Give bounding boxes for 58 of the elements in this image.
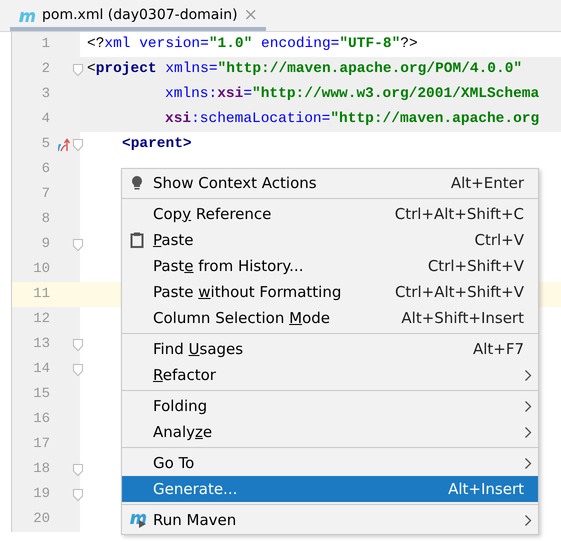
line-number: 20 [32, 510, 50, 529]
line-number: 5 [40, 135, 50, 154]
menu-item[interactable]: Analyze [122, 419, 538, 445]
fold-marker-icon[interactable] [72, 238, 84, 252]
shortcut-label: Alt+F7 [472, 338, 524, 360]
line-number: 2 [40, 60, 50, 79]
line-number: 7 [40, 185, 50, 204]
fold-marker-icon[interactable] [72, 338, 84, 352]
fold-marker-icon[interactable] [72, 488, 84, 502]
override-icon [58, 137, 71, 152]
menu-item[interactable]: Column Selection Mode Alt+Shift+Insert [122, 305, 538, 331]
line-number: 15 [32, 385, 50, 404]
code-line: <?xml version="1.0" encoding="UTF-8"?> [87, 34, 418, 54]
menu-item[interactable]: Refactor [122, 362, 538, 388]
line-number: 4 [40, 110, 50, 129]
menu-item[interactable]: Find Usages Alt+F7 [122, 336, 538, 362]
menu-item[interactable]: Paste from History... Ctrl+Shift+V [122, 253, 538, 279]
line-number: 14 [32, 360, 50, 379]
fold-marker-icon[interactable] [72, 138, 84, 152]
line-number: 13 [32, 335, 50, 354]
shortcut-label: Ctrl+V [474, 230, 524, 251]
menu-item[interactable]: Show Context Actions Alt+Enter [122, 170, 538, 196]
line-number: 6 [40, 160, 50, 179]
shortcut-label: Ctrl+Alt+Shift+C [394, 204, 524, 225]
line-number: 9 [40, 235, 50, 254]
line-number: 18 [32, 460, 50, 479]
line-number: 1 [40, 35, 50, 54]
code-line: <parent> [122, 134, 192, 154]
menu-item[interactable]: Run Maven [122, 507, 538, 533]
tab-title: pom.xml (day0307-domain) [42, 6, 238, 25]
line-number: 8 [40, 210, 50, 229]
clipboard-icon [130, 232, 144, 248]
code-line: xmlns:xsi="http://www.w3.org/2001/XMLSchema [165, 84, 540, 104]
line-number: 16 [32, 410, 50, 429]
menu-item[interactable]: Copy Reference Ctrl+Alt+Shift+C [122, 201, 538, 227]
menu-item[interactable]: Folding [122, 393, 538, 419]
lightbulb-icon [130, 175, 144, 191]
run-maven-icon [130, 511, 147, 529]
line-number: 17 [32, 435, 50, 454]
shortcut-label: Ctrl+Alt+Shift+V [394, 282, 524, 303]
line-number: 3 [40, 85, 50, 104]
line-number: 11 [32, 285, 50, 304]
line-number: 10 [32, 260, 50, 279]
fold-marker-icon[interactable] [72, 463, 84, 477]
shortcut-label: Alt+Enter [450, 172, 524, 194]
menu-item[interactable]: Go To [122, 450, 538, 476]
shortcut-label: Ctrl+Shift+V [428, 256, 524, 277]
menu-item[interactable]: Generate... Alt+Insert [122, 476, 538, 502]
menu-item[interactable]: Paste without Formatting Ctrl+Alt+Shift+V [122, 279, 538, 305]
menu-item[interactable]: Paste Ctrl+V [122, 227, 538, 253]
shortcut-label: Alt+Shift+Insert [401, 308, 524, 329]
line-number: 19 [32, 485, 50, 504]
fold-marker-icon[interactable] [72, 63, 84, 77]
line-number: 12 [32, 310, 50, 329]
fold-marker-icon[interactable] [72, 363, 84, 377]
code-line: xsi:schemaLocation="http://maven.apache.org [165, 110, 540, 129]
shortcut-label: Alt+Insert [448, 478, 524, 500]
code-line: <project xmlns="http://maven.apache.org/POM/4.0.0" [87, 60, 522, 79]
